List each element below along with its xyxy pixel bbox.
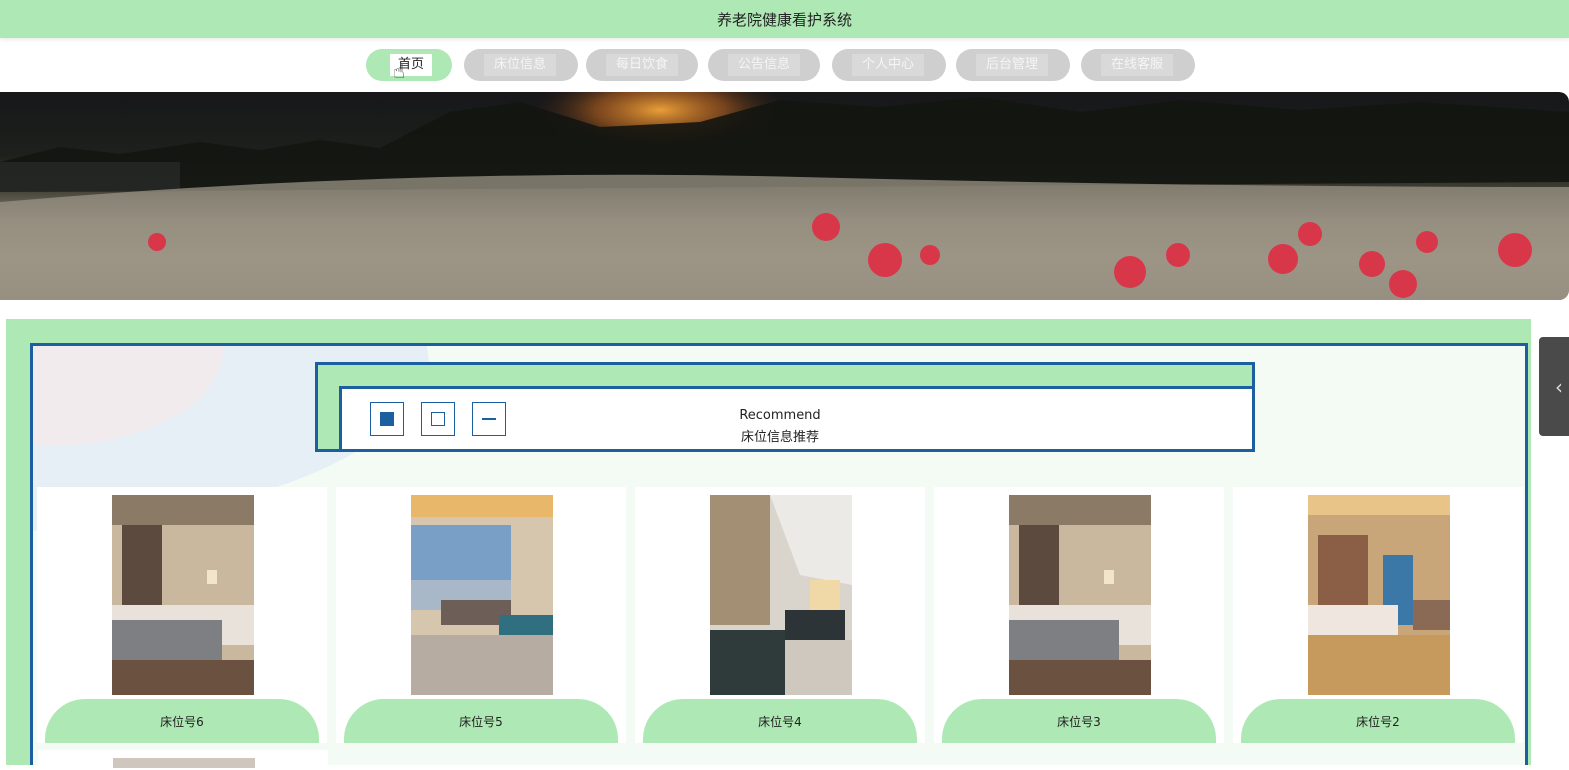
bed-card-label: 床位号2 [1356,715,1400,729]
nav-item-label: 公告信息 [728,54,800,76]
bed-photo [112,495,254,695]
nav-item-label: 每日饮食 [606,54,678,76]
room-illustration [411,495,553,695]
bed-card[interactable]: 床位号6 [37,487,327,743]
bed-card[interactable]: 床位号3 [934,487,1224,743]
nav-item-bed-info[interactable]: 床位信息 [464,49,578,81]
nav-item-home[interactable]: 首页 [366,49,452,81]
minus-icon [482,418,496,420]
bed-card-label: 床位号5 [459,715,503,729]
bed-photo [1009,495,1151,695]
bed-photo [411,495,553,695]
nav-item-label: 后台管理 [976,54,1048,76]
bed-photo [1308,495,1450,695]
grid-view-button[interactable] [370,402,404,436]
bed-card-label: 床位号3 [1057,715,1101,729]
list-view-button[interactable] [472,402,506,436]
main-nav: 首页 床位信息 每日饮食 公告信息 个人中心 后台管理 在线客服 [0,48,1569,84]
site-title: 养老院健康看护系统 [716,10,852,29]
nav-item-online-service[interactable]: 在线客服 [1081,49,1195,81]
side-panel-toggle[interactable]: ‹ [1539,337,1569,436]
site-header: 养老院健康看护系统 [0,0,1569,38]
nav-item-label: 在线客服 [1101,54,1173,76]
nav-item-label: 床位信息 [484,54,556,76]
bed-card[interactable]: 床位号5 [336,487,626,743]
nav-item-admin[interactable]: 后台管理 [956,49,1070,81]
nav-item-label: 个人中心 [852,54,924,76]
banner-image [0,92,1569,300]
chevron-left-icon: ‹ [1555,374,1563,399]
bed-card[interactable]: 床位号4 [635,487,925,743]
section-title-en: Recommend [739,408,821,423]
nav-item-daily-diet[interactable]: 每日饮食 [586,49,698,81]
nav-item-announcements[interactable]: 公告信息 [708,49,820,81]
bed-card[interactable]: 床位号2 [1233,487,1523,743]
room-illustration [710,495,852,695]
filled-square-icon [380,412,394,426]
bed-photo [710,495,852,695]
room-illustration [1009,495,1151,695]
bed-photo [113,758,255,768]
window-view-button[interactable] [421,402,455,436]
bed-card-label: 床位号6 [160,715,204,729]
nav-item-personal-center[interactable]: 个人中心 [832,49,946,81]
banner-illustration [0,92,1569,300]
bed-card[interactable] [38,750,328,770]
hand-pointer-icon: ☝ [393,59,406,83]
room-illustration [112,495,254,695]
bed-card-label: 床位号4 [758,715,802,729]
section-title-cn: 床位信息推荐 [740,430,819,445]
room-illustration [1308,495,1450,695]
square-icon [431,412,445,426]
